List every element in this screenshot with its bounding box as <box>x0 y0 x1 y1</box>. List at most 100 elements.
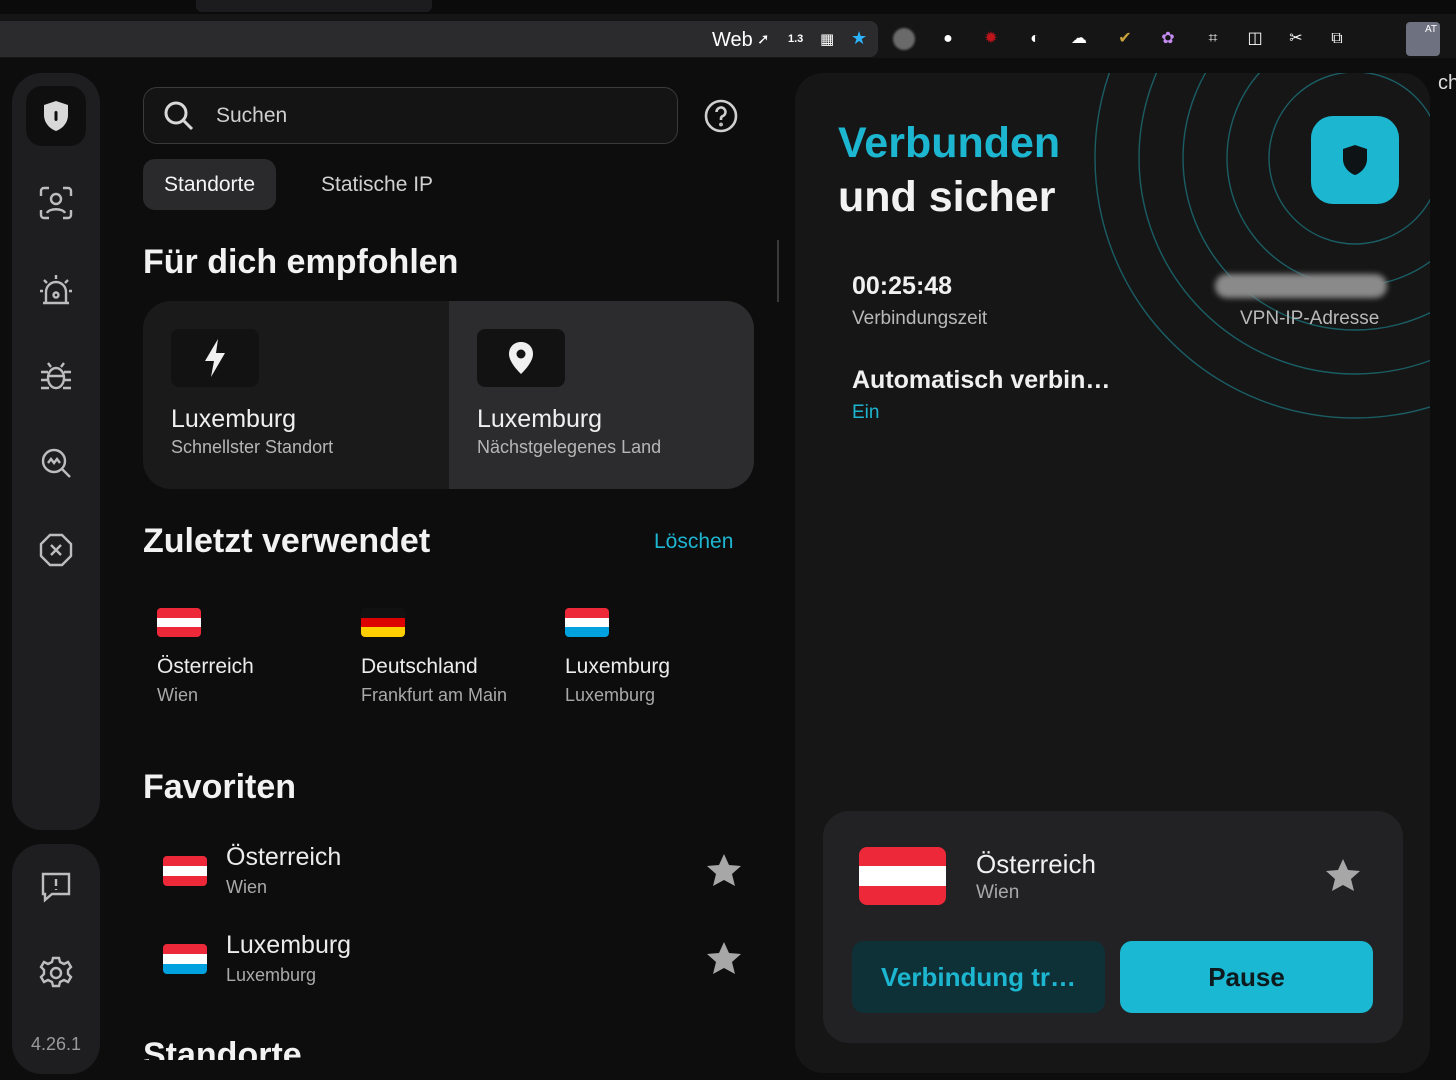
shield-icon <box>44 101 68 131</box>
rail-blocker-button[interactable] <box>26 520 86 580</box>
app-version: 4.26.1 <box>30 1034 82 1054</box>
help-icon[interactable] <box>704 99 738 133</box>
alarm-icon <box>40 275 72 305</box>
settings-button[interactable] <box>26 943 86 1003</box>
recommended-card-nearest[interactable]: Luxemburg Nächstgelegenes Land <box>449 301 754 489</box>
favorite-name: Österreich <box>226 843 342 871</box>
rec-subtitle: Schnellster Standort <box>171 437 334 457</box>
tab-locations[interactable]: Standorte <box>143 159 277 210</box>
flag-austria-icon <box>163 856 207 886</box>
toolbar-web-text: Web <box>712 29 753 51</box>
rail-identity-button[interactable] <box>26 173 86 233</box>
sidebar-icon[interactable]: ◫ <box>1244 28 1266 50</box>
rec-title: Luxemburg <box>477 405 603 433</box>
search-box[interactable] <box>143 87 678 144</box>
auto-connect-value[interactable]: Ein <box>852 402 879 424</box>
rail-scan-button[interactable] <box>26 433 86 493</box>
connection-panel: Verbunden und sicher 00:25:48 Verbindung… <box>795 73 1430 1073</box>
favorite-city: Wien <box>226 877 268 897</box>
pause-button[interactable]: Pause <box>1120 941 1373 1013</box>
recent-name: Luxemburg <box>565 655 671 678</box>
favorite-item-luxembourg[interactable]: Luxemburg Luxemburg <box>160 931 760 1003</box>
favorite-name: Luxemburg <box>226 931 352 959</box>
status-secure: und sicher <box>838 173 1056 221</box>
clear-recent-link[interactable]: Löschen <box>654 530 733 554</box>
status-connected: Verbunden <box>838 119 1061 167</box>
flag-germany-icon <box>361 608 405 637</box>
current-location-card: Österreich Wien Verbindung tr… Pause <box>823 811 1403 1043</box>
shield-icon <box>1343 145 1367 175</box>
feedback-button[interactable] <box>26 856 86 916</box>
block-octagon-icon <box>39 533 73 567</box>
favorite-star-icon[interactable] <box>706 941 742 975</box>
recommended-card-fastest[interactable]: Luxemburg Schnellster Standort <box>143 301 449 489</box>
recent-item-luxembourg[interactable]: Luxemburg Luxemburg <box>565 608 765 706</box>
feedback-icon <box>41 872 71 903</box>
recent-name: Deutschland <box>361 655 478 678</box>
auto-connect-label[interactable]: Automatisch verbin… <box>852 366 1110 395</box>
rail-alarm-button[interactable] <box>26 260 86 320</box>
flag-austria-icon <box>157 608 201 637</box>
locations-heading: Standorte <box>143 1036 302 1060</box>
edge-text: ch <box>1438 72 1456 94</box>
extension-bug-icon[interactable]: ✹ <box>980 28 1002 50</box>
rec-icon-box <box>171 329 259 387</box>
vpn-ip-label: VPN-IP-Adresse <box>1240 308 1380 329</box>
recommended-heading: Für dich empfohlen <box>143 243 459 281</box>
extension-cloud-icon[interactable]: ☁ <box>1068 28 1090 50</box>
favorites-heading: Favoriten <box>143 768 297 806</box>
locations-heading-clip: Standorte <box>143 1032 443 1060</box>
rail-vpn-button[interactable] <box>26 86 86 146</box>
search-scan-icon <box>41 448 71 478</box>
recent-item-germany[interactable]: Deutschland Frankfurt am Main <box>361 608 561 706</box>
favorite-star-icon[interactable] <box>1325 858 1361 892</box>
search-icon <box>164 101 194 131</box>
browser-tab[interactable] <box>196 0 432 12</box>
send-icon[interactable]: ➚ <box>757 30 770 48</box>
extension-at-badge[interactable]: AT <box>1406 22 1440 56</box>
gear-icon <box>39 956 73 988</box>
tab-static-ip[interactable]: Statische IP <box>300 159 454 210</box>
connection-time-label: Verbindungszeit <box>852 308 988 329</box>
recent-city: Frankfurt am Main <box>361 685 508 705</box>
bookmark-star-icon[interactable]: ★ <box>851 28 867 49</box>
vpn-ip-blurred <box>1215 274 1387 298</box>
face-scan-icon <box>39 186 73 220</box>
version-badge[interactable]: 1.3 <box>788 33 803 45</box>
flag-austria-icon <box>859 847 946 905</box>
bug-icon <box>41 362 71 390</box>
recent-city: Luxemburg <box>565 685 656 705</box>
extension-avatar-icon[interactable] <box>893 28 915 50</box>
current-location-name: Österreich <box>976 849 1096 879</box>
rail-antivirus-button[interactable] <box>26 346 86 406</box>
qr-icon[interactable]: ▦ <box>820 30 834 48</box>
location-pin-icon <box>509 342 533 374</box>
address-bar[interactable]: Web ➚ 1.3 ▦ ★ <box>0 21 878 57</box>
extension-mouse-icon[interactable]: ● <box>937 28 959 50</box>
puzzle-icon[interactable]: ⧉ <box>1326 28 1348 50</box>
extension-blocker-icon[interactable]: ◐ <box>1024 28 1046 50</box>
disconnect-button[interactable]: Verbindung tr… <box>852 941 1105 1013</box>
flag-luxembourg-icon <box>565 608 609 637</box>
browser-toolbar: Web ➚ 1.3 ▦ ★ ● ✹ ◐ ☁ ✔ ✿ ⌗ ◫ ✂ ⧉ AT <box>0 0 1456 58</box>
list-scrollbar[interactable] <box>777 240 779 302</box>
favorite-city: Luxemburg <box>226 965 317 985</box>
extension-cookie-icon[interactable]: ✔ <box>1114 28 1136 50</box>
current-location-city: Wien <box>976 882 1020 903</box>
vpn-shield-badge <box>1311 116 1399 204</box>
recent-name: Österreich <box>157 655 254 678</box>
rec-icon-box <box>477 329 565 387</box>
recent-city: Wien <box>157 685 199 705</box>
extension-flower-icon[interactable]: ✿ <box>1157 28 1179 50</box>
lightning-icon <box>205 339 225 377</box>
favorite-star-icon[interactable] <box>706 853 742 887</box>
crop-icon[interactable]: ⌗ <box>1202 28 1224 50</box>
recent-item-austria[interactable]: Österreich Wien <box>157 608 357 706</box>
connection-time: 00:25:48 <box>852 272 953 300</box>
scissors-icon[interactable]: ✂ <box>1285 28 1307 50</box>
recent-heading: Zuletzt verwendet <box>143 522 431 560</box>
search-input[interactable] <box>216 100 656 132</box>
rec-subtitle: Nächstgelegenes Land <box>477 437 662 457</box>
favorite-item-austria[interactable]: Österreich Wien <box>160 843 760 915</box>
rec-title: Luxemburg <box>171 405 297 433</box>
